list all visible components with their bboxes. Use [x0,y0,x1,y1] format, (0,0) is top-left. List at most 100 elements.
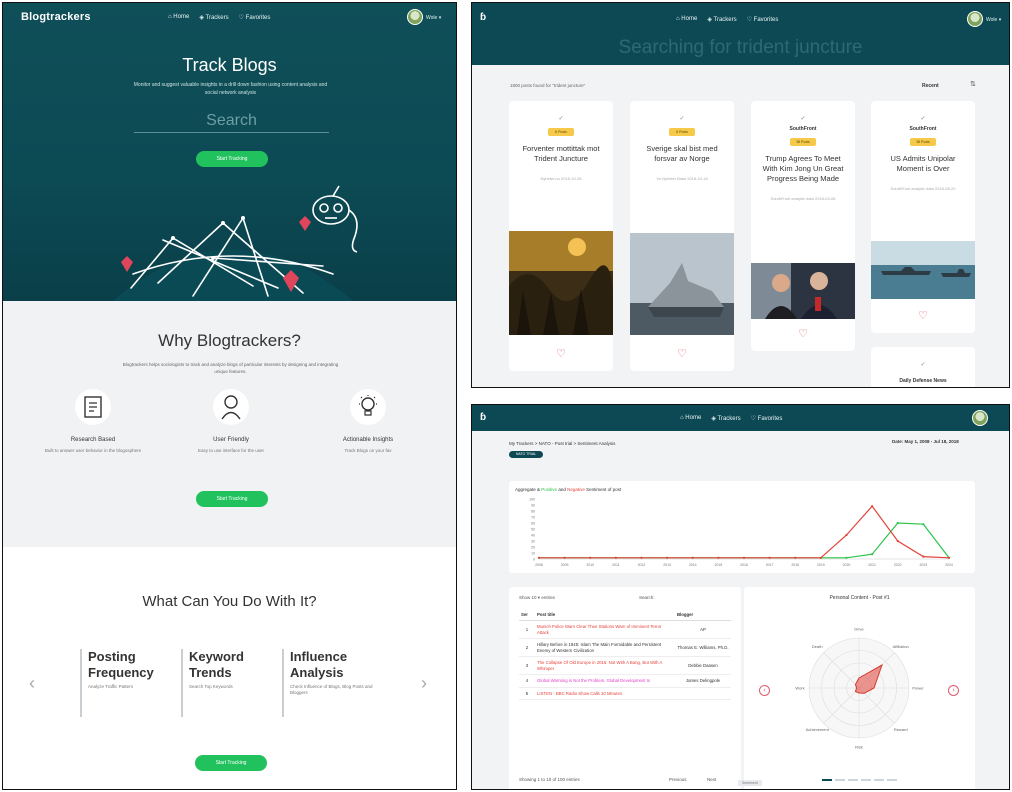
search-heading: Searching for trident juncture [618,37,863,58]
row-post-title[interactable]: Hillary Before in 1945: Islam The Main F… [535,638,675,657]
search-input[interactable] [134,109,329,133]
nav-home[interactable]: ⌂ Home [168,14,189,21]
data-point[interactable] [871,553,874,556]
nav-favorites[interactable]: ♡ Favorites [751,415,783,422]
avatar[interactable] [972,410,988,426]
post-count-badge: 6 Posts [548,128,574,136]
row-post-title[interactable]: The Collapse Of Old Europe in 2016: Not … [535,656,675,675]
table-row[interactable]: 5 LISTEN - BBC Radio Show Calls 10 Minute… [519,687,731,700]
col-ser[interactable]: Ser [519,609,535,621]
top-nav: ɓ ⌂ Home ◈ Trackers ♡ Favorites Wole ▾ [472,3,1009,39]
start-tracking-button[interactable]: Start Tracking [196,491,268,507]
data-point[interactable] [589,556,592,559]
row-blogger[interactable]: Thomas E. Williams, Ph.D. [675,638,731,657]
start-tracking-button[interactable]: Start Tracking [196,151,268,167]
data-point[interactable] [563,556,566,559]
dot[interactable] [848,779,858,781]
result-title[interactable]: Trump Agrees To Meet With Kim Jong Un Gr… [759,154,847,184]
data-point[interactable] [947,556,951,559]
avatar[interactable] [407,9,423,25]
data-point[interactable] [922,555,925,558]
bottom-tab[interactable]: Sentiment [738,780,762,786]
data-point[interactable] [640,556,643,559]
dot[interactable] [861,779,871,781]
dot[interactable] [887,779,897,781]
result-card[interactable]: ✓ SouthFront 38 Posts Trump Agrees To Me… [751,101,855,351]
dot[interactable] [835,779,845,781]
result-card[interactable]: ✓ 6 Posts Forventer mottittak mot Triden… [509,101,613,371]
result-card[interactable]: ✓ 6 Posts Sverige skal bist med forsvar … [630,101,734,371]
row-blogger[interactable]: AP [675,620,731,639]
carousel-prev-icon[interactable]: ‹ [29,673,35,694]
col-post-title[interactable]: Post title [535,609,675,621]
brand-mark-icon[interactable]: ɓ [480,412,486,423]
result-title[interactable]: Forventer mottittak mot Trident Juncture [517,144,605,164]
data-point[interactable] [794,556,797,559]
date-range[interactable]: Date: May 1, 2008 - Jul 18, 2018 [892,439,959,444]
favorite-heart-icon[interactable]: ♡ [871,309,975,322]
data-point[interactable] [717,556,720,559]
tracker-pill[interactable]: NATO TRIAL [509,451,543,458]
data-point[interactable] [537,556,541,559]
row-blogger[interactable]: Debbie Daasen [675,656,731,675]
data-point[interactable] [896,521,899,525]
avatar[interactable] [967,11,983,27]
row-post-title[interactable]: LISTEN - BBC Radio Show Calls 10 Minutes [535,687,675,700]
table-row[interactable]: 2 Hillary Before in 1945: Islam The Main … [519,638,731,657]
data-point[interactable] [666,556,669,559]
data-point[interactable] [819,556,822,559]
entries-control[interactable]: Show 10 ▾ entries [519,595,555,601]
user-icon [213,389,249,425]
result-title[interactable]: Sverige skal bist med forsvar av Norge [638,144,726,164]
data-point[interactable] [768,556,771,559]
hero-subtitle: Monitor and suggest valuable insights in… [133,82,328,96]
row-blogger[interactable] [675,687,731,700]
entries-select[interactable]: 10 [532,595,537,600]
table-row[interactable]: 3 The Collapse Of Old Europe in 2016: Not… [519,656,731,675]
data-point[interactable] [614,556,617,559]
nav-home[interactable]: ⌂ Home [680,415,701,422]
data-point[interactable] [845,533,848,537]
dot[interactable] [874,779,884,781]
user-menu[interactable]: Wole ▾ [986,17,1001,23]
nav-favorites[interactable]: ♡ Favorites [239,14,271,21]
row-post-title[interactable]: Munich Police Warn Clear Thee Stations W… [535,620,675,639]
table-search[interactable]: Search: [639,595,655,600]
result-card[interactable]: ✓ Daily Defense News [871,347,975,387]
result-title[interactable]: US Admits Unipolar Moment is Over [879,154,967,174]
breadcrumb[interactable]: My Trackers > NATO - Post trial > Sentim… [509,441,615,446]
data-point[interactable] [845,556,848,559]
brand-logo[interactable]: Blogtrackers [21,11,91,23]
data-point[interactable] [922,523,925,526]
next-button[interactable]: Next [707,777,716,782]
start-tracking-button[interactable]: Start Tracking [195,755,267,771]
data-point[interactable] [871,505,874,508]
nav-home[interactable]: ⌂ Home [676,16,697,23]
favorite-heart-icon[interactable]: ♡ [630,347,734,360]
favorite-heart-icon[interactable]: ♡ [509,347,613,360]
next-post-icon[interactable]: › [948,685,959,696]
col-blogger[interactable]: Blogger [675,609,731,621]
nav-favorites[interactable]: ♡ Favorites [747,16,779,23]
data-point[interactable] [742,556,746,559]
user-menu[interactable]: Wole ▾ [426,15,441,21]
data-point[interactable] [691,556,694,559]
dot[interactable] [822,779,832,781]
sort-icon[interactable]: ⇅ [970,80,976,88]
prev-post-icon[interactable]: ‹ [759,685,770,696]
row-blogger[interactable]: James Delingpole [675,674,731,688]
table-row[interactable]: 4 Global Warming is Not the Problem, Glob… [519,674,731,688]
pagination-dots[interactable] [822,779,897,781]
sort-dropdown[interactable]: Recent [922,83,939,89]
nav-trackers[interactable]: ◈ Trackers [711,415,740,422]
data-point[interactable] [896,539,899,543]
nav-trackers[interactable]: ◈ Trackers [199,14,228,21]
row-post-title[interactable]: Global Warming is Not the Problem, Globa… [535,674,675,688]
carousel-next-icon[interactable]: › [421,673,427,694]
result-card[interactable]: ✓ SouthFront 38 Posts US Admits Unipolar… [871,101,975,333]
favorite-heart-icon[interactable]: ♡ [751,327,855,340]
table-row[interactable]: 1 Munich Police Warn Clear Thee Stations … [519,620,731,639]
nav-trackers[interactable]: ◈ Trackers [707,16,736,23]
previous-button[interactable]: Previous [669,777,687,782]
brand-mark-icon[interactable]: ɓ [480,12,486,23]
